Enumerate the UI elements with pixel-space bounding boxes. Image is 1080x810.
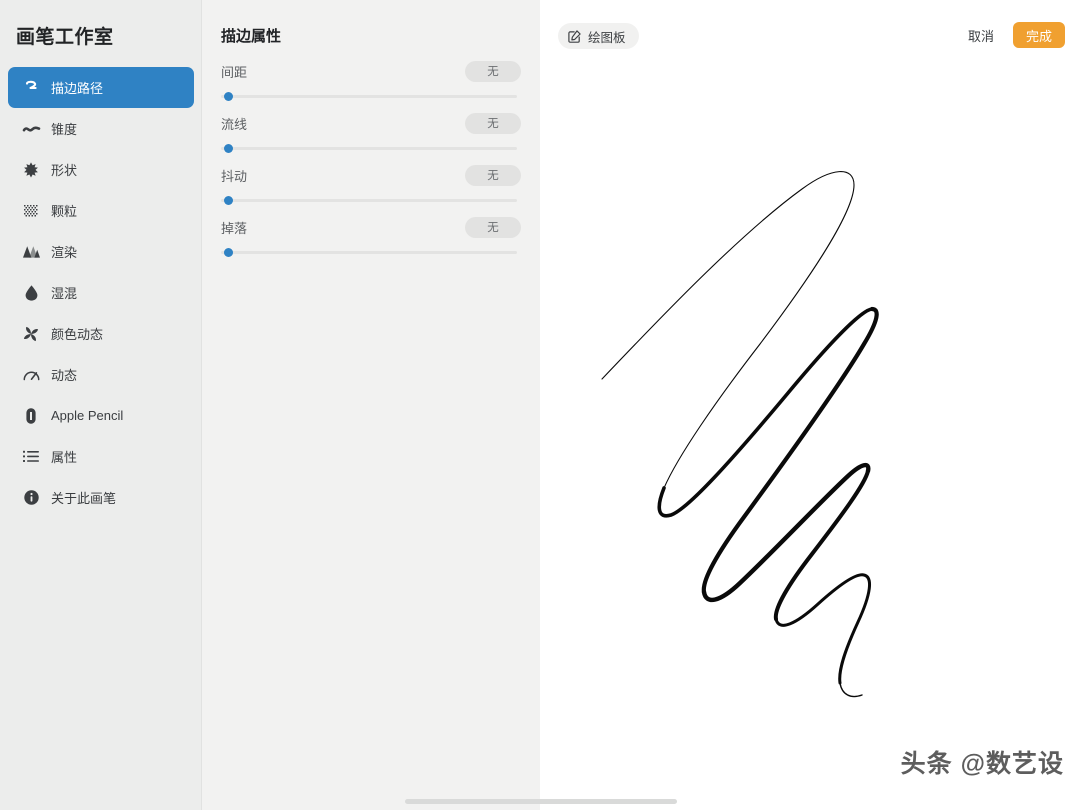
- sidebar-item-label: 湿混: [51, 286, 78, 301]
- slider-row-jitter: 抖动 无: [221, 162, 521, 214]
- stroke-properties-panel: 描边属性 间距 无 流线 无 抖动 无 掉落 无: [202, 0, 540, 810]
- sidebar-item-label: 关于此画笔: [51, 491, 117, 506]
- slider-row-streamline: 流线 无: [221, 110, 521, 162]
- brush-studio-window: 画笔工作室 描边路径 锥度 形状 颗粒 渲染 湿混 颜色动态 动态 Apple …: [0, 0, 1080, 810]
- drawpad-button[interactable]: 绘图板: [558, 23, 639, 49]
- slider-track[interactable]: [221, 196, 517, 205]
- properties-title: 描边属性: [221, 28, 282, 45]
- sidebar-item-label: 颗粒: [51, 204, 78, 219]
- sidebar-item-shape[interactable]: 形状: [8, 149, 194, 190]
- sidebar-item-label: 渲染: [51, 245, 78, 260]
- edit-square-icon: [568, 29, 581, 43]
- stroke-path-icon: [18, 79, 44, 96]
- slider-label: 抖动: [221, 168, 248, 184]
- render-peaks-icon: [18, 245, 44, 259]
- sidebar-item-about-brush[interactable]: 关于此画笔: [8, 477, 194, 518]
- sidebar-item-label: Apple Pencil: [51, 408, 124, 423]
- sidebar-item-label: 动态: [51, 368, 78, 383]
- sidebar-item-color-dynamics[interactable]: 颜色动态: [8, 313, 194, 354]
- page-title: 画笔工作室: [16, 27, 114, 48]
- info-icon: [18, 490, 44, 505]
- brush-stroke-preview: [540, 56, 1080, 756]
- sidebar-item-taper[interactable]: 锥度: [8, 108, 194, 149]
- slider-thumb[interactable]: [224, 92, 233, 101]
- sidebar-item-render[interactable]: 渲染: [8, 231, 194, 272]
- slider-thumb[interactable]: [224, 196, 233, 205]
- shape-star-icon: [18, 161, 44, 178]
- sidebar-item-label: 颜色动态: [51, 327, 104, 342]
- slider-track[interactable]: [221, 92, 517, 101]
- sidebar-item-grain[interactable]: 颗粒: [8, 190, 194, 231]
- slider-row-fall-off: 掉落 无: [221, 214, 521, 266]
- cancel-button[interactable]: 取消: [968, 26, 994, 45]
- slider-label: 间距: [221, 64, 248, 80]
- sidebar-item-label: 锥度: [51, 122, 78, 137]
- sidebar-item-wet-mix[interactable]: 湿混: [8, 272, 194, 313]
- slider-track[interactable]: [221, 248, 517, 257]
- sidebar-item-attributes[interactable]: 属性: [8, 436, 194, 477]
- slider-thumb[interactable]: [224, 248, 233, 257]
- sidebar: 画笔工作室 描边路径 锥度 形状 颗粒 渲染 湿混 颜色动态 动态 Apple …: [0, 0, 202, 810]
- sidebar-item-label: 属性: [51, 450, 78, 465]
- sidebar-item-label: 描边路径: [51, 81, 104, 96]
- attributes-list-icon: [18, 450, 44, 463]
- sidebar-item-stroke-path[interactable]: 描边路径: [8, 67, 194, 108]
- home-indicator[interactable]: [405, 799, 677, 804]
- brush-preview-canvas[interactable]: 绘图板 取消 完成 头条 @数艺设: [540, 0, 1080, 810]
- color-dynamics-pinwheel-icon: [18, 326, 44, 342]
- slider-thumb[interactable]: [224, 144, 233, 153]
- sidebar-item-dynamics[interactable]: 动态: [8, 354, 194, 395]
- grain-icon: [18, 204, 44, 218]
- sidebar-item-apple-pencil[interactable]: Apple Pencil: [8, 395, 194, 436]
- sidebar-item-label: 形状: [51, 163, 78, 178]
- done-button[interactable]: 完成: [1012, 22, 1065, 48]
- taper-wave-icon: [18, 122, 44, 136]
- canvas-toolbar: 绘图板 取消 完成: [540, 0, 1080, 62]
- slider-value-pill[interactable]: 无: [465, 216, 521, 238]
- slider-value-pill[interactable]: 无: [465, 60, 521, 82]
- watermark: 头条 @数艺设: [900, 750, 1064, 778]
- slider-value-pill[interactable]: 无: [465, 112, 521, 134]
- slider-value-pill[interactable]: 无: [465, 164, 521, 186]
- slider-row-spacing: 间距 无: [221, 58, 521, 110]
- wet-mix-drop-icon: [18, 284, 44, 301]
- sidebar-nav-list: 描边路径 锥度 形状 颗粒 渲染 湿混 颜色动态 动态 Apple Pencil…: [0, 67, 201, 518]
- dynamics-gauge-icon: [18, 368, 44, 382]
- slider-label: 流线: [221, 116, 248, 132]
- slider-group: 间距 无 流线 无 抖动 无 掉落 无: [202, 58, 540, 266]
- slider-track[interactable]: [221, 144, 517, 153]
- apple-pencil-icon: [18, 407, 44, 424]
- slider-label: 掉落: [221, 220, 248, 236]
- drawpad-label: 绘图板: [588, 30, 626, 45]
